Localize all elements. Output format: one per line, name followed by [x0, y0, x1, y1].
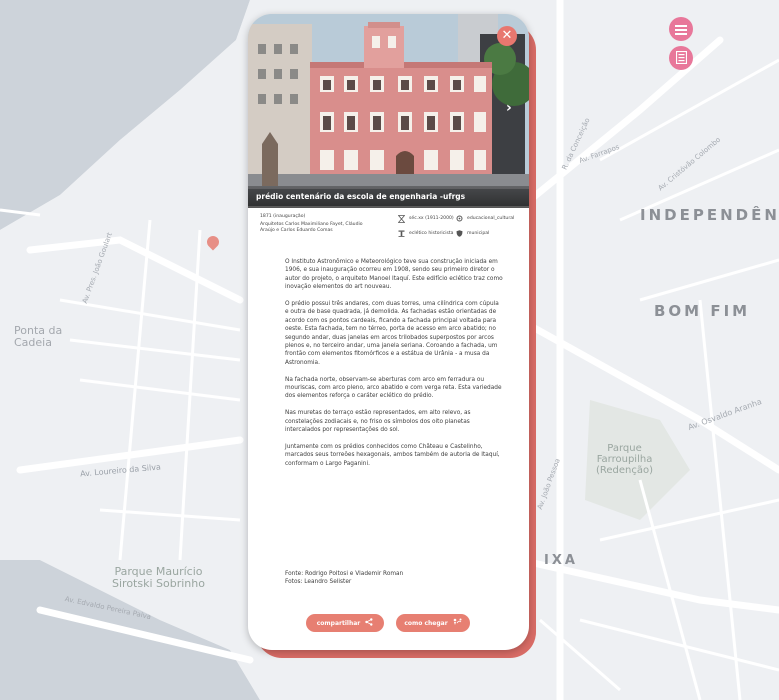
- list-icon: [675, 49, 687, 68]
- next-photo-button[interactable]: ›: [506, 100, 512, 116]
- building-photo: [248, 14, 529, 206]
- close-icon: ✕: [501, 28, 513, 43]
- directions-icon: [453, 618, 462, 628]
- share-button[interactable]: compartilhar: [306, 614, 384, 632]
- map-label-ponta-da-cadeia: Ponta da Cadeia: [14, 324, 63, 349]
- credits-source: Fonte: Rodrigo Poltosi e Vlademir Roman: [285, 571, 404, 577]
- map-label-independencia: INDEPENDÊN: [640, 206, 779, 224]
- shield-icon: [456, 230, 463, 237]
- directions-label: como chegar: [404, 619, 448, 627]
- credits-photos: Fotos: Leandro Selister: [285, 579, 352, 586]
- description: O Instituto Astronômico e Meteorológico …: [285, 258, 503, 476]
- meta-ownership-text: municipal: [467, 231, 490, 236]
- hourglass-icon: [397, 215, 406, 223]
- meta-left-column: 1871 (inauguração) Arquitetos Carlos Max…: [260, 214, 378, 234]
- meta-ownership: municipal: [456, 230, 489, 237]
- action-bar: compartilhar como chegar: [248, 614, 529, 638]
- chevron-right-icon: ›: [506, 100, 512, 116]
- map-label-bom-fim: BOM FIM: [654, 302, 751, 320]
- menu-button[interactable]: [669, 17, 693, 41]
- meta-style: eclético historicista: [398, 230, 454, 237]
- share-icon: [365, 618, 373, 628]
- description-paragraph: O prédio possui três andares, com duas t…: [285, 301, 499, 366]
- meta-category-text: educacional_cultural: [467, 216, 515, 221]
- column-icon: [398, 230, 405, 237]
- meta-category: educacional_cultural: [456, 215, 514, 222]
- meta-inauguration: 1871 (inauguração): [260, 214, 306, 219]
- map-label-ixa: IXA: [544, 553, 578, 568]
- meta-style-text: eclético historicista: [409, 231, 454, 236]
- photo-caption: prédio centenário da escola de engenhari…: [248, 186, 529, 208]
- meta-info: 1871 (inauguração) Arquitetos Carlos Max…: [260, 214, 522, 254]
- description-paragraph: Juntamente com os prédios conhecidos com…: [285, 443, 500, 467]
- place-detail-modal: prédio centenário da escola de engenhari…: [248, 14, 529, 650]
- gear-icon: [456, 215, 463, 222]
- meta-period: séc.xx (1911-2000): [397, 215, 454, 223]
- map-label-parque-mauricio: Parque Maurício Sirotski Sobrinho: [112, 565, 205, 590]
- list-button[interactable]: [669, 46, 693, 70]
- close-button[interactable]: ✕: [497, 26, 517, 46]
- menu-icon: [675, 20, 687, 39]
- directions-button[interactable]: como chegar: [396, 614, 470, 632]
- share-label: compartilhar: [316, 619, 361, 627]
- description-paragraph: O Instituto Astronômico e Meteorológico …: [285, 259, 503, 291]
- credits: Fonte: Rodrigo Poltosi e Vlademir Roman …: [285, 570, 503, 587]
- map-label-parque-farroupilha: Parque Farroupilha (Redenção): [596, 443, 654, 476]
- meta-architects: Arquitetos Carlos Maximiliano Fayet, Clá…: [260, 222, 363, 233]
- description-paragraph: Na fachada norte, observam-se aberturas …: [285, 376, 502, 400]
- meta-period-text: séc.xx (1911-2000): [409, 216, 454, 221]
- description-paragraph: Nas muretas do terraço estão representad…: [285, 410, 471, 434]
